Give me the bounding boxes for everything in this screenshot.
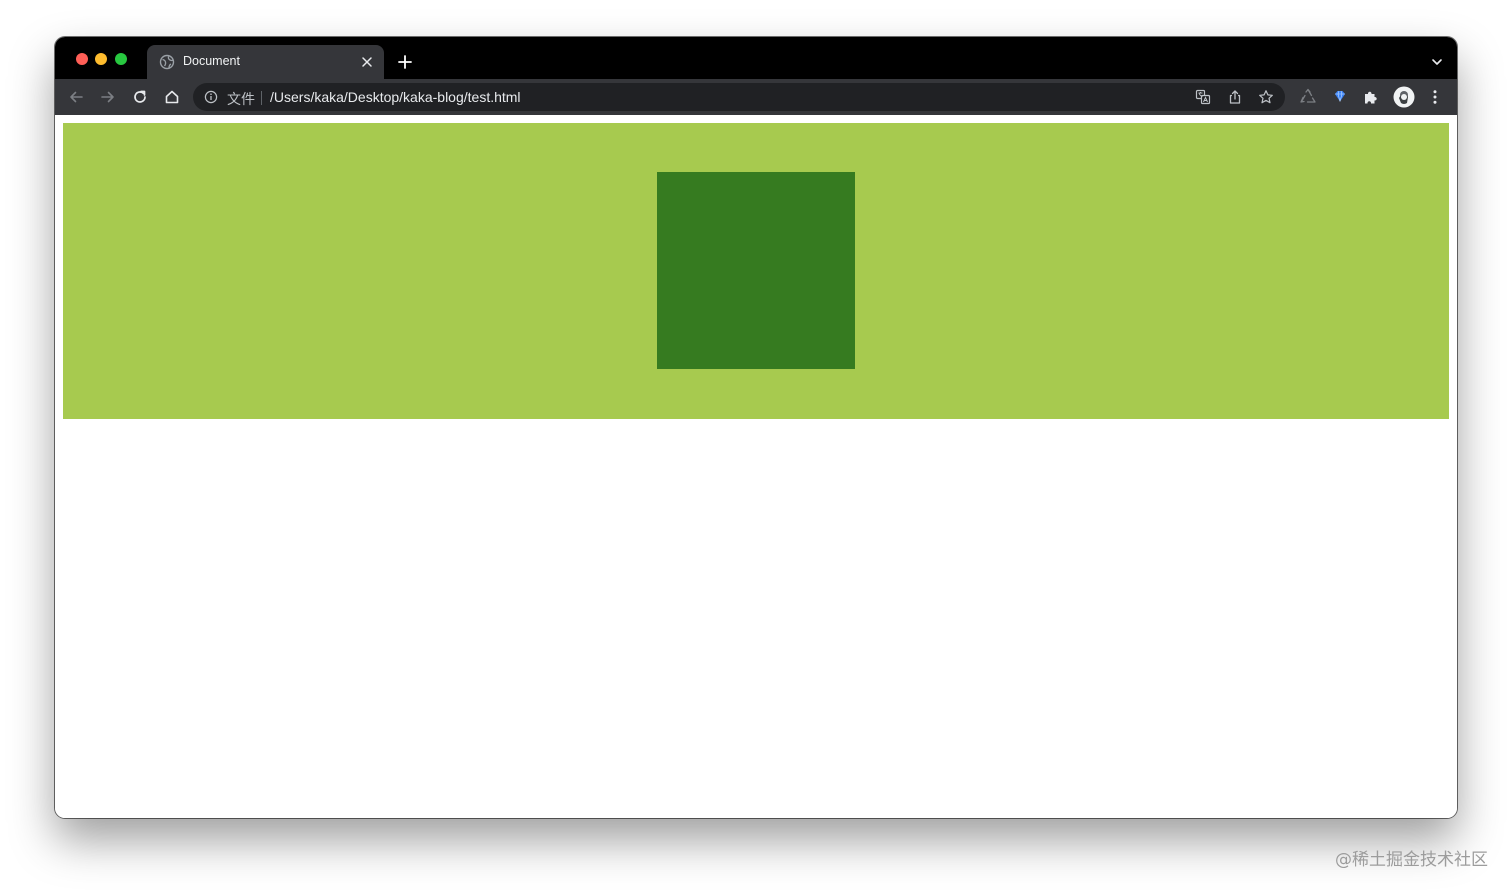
info-icon[interactable] — [204, 90, 218, 104]
window-minimize-button[interactable] — [95, 53, 107, 65]
inner-square-box — [657, 172, 855, 369]
avatar[interactable] — [1393, 86, 1415, 108]
tab-document[interactable]: Document — [147, 45, 384, 79]
gem-icon[interactable] — [1331, 88, 1349, 106]
forward-arrow-icon[interactable] — [99, 88, 117, 106]
chevron-down-icon[interactable] — [1431, 56, 1443, 68]
plus-icon[interactable] — [397, 54, 413, 70]
back-arrow-icon[interactable] — [67, 88, 85, 106]
window-close-button[interactable] — [76, 53, 88, 65]
window-maximize-button[interactable] — [115, 53, 127, 65]
more-vertical-icon[interactable] — [1426, 88, 1444, 106]
tab-title: Document — [183, 54, 240, 68]
close-icon[interactable] — [360, 55, 374, 69]
page-viewport — [55, 115, 1457, 818]
home-icon[interactable] — [163, 88, 181, 106]
url-scheme-label: 文件 — [227, 91, 255, 107]
reload-icon[interactable] — [131, 88, 149, 106]
watermark-text: @稀土掘金技术社区 — [1335, 850, 1488, 870]
browser-toolbar: 文件 /Users/kaka/Desktop/kaka-blog/test.ht… — [55, 79, 1457, 115]
puzzle-icon[interactable] — [1362, 88, 1380, 106]
tab-strip: Document — [55, 37, 1457, 79]
url-text[interactable]: /Users/kaka/Desktop/kaka-blog/test.html — [270, 89, 521, 105]
share-icon[interactable] — [1227, 89, 1243, 105]
address-bar[interactable]: 文件 /Users/kaka/Desktop/kaka-blog/test.ht… — [193, 83, 1285, 111]
browser-window: Document 文件 /Users/kaka/Desktop/kaka-blo… — [55, 37, 1457, 818]
translate-icon[interactable] — [1195, 89, 1211, 105]
globe-icon — [159, 54, 175, 70]
star-icon[interactable] — [1258, 89, 1274, 105]
address-divider — [261, 91, 262, 105]
recycle-icon[interactable] — [1299, 88, 1317, 106]
outer-container-box — [63, 123, 1449, 419]
